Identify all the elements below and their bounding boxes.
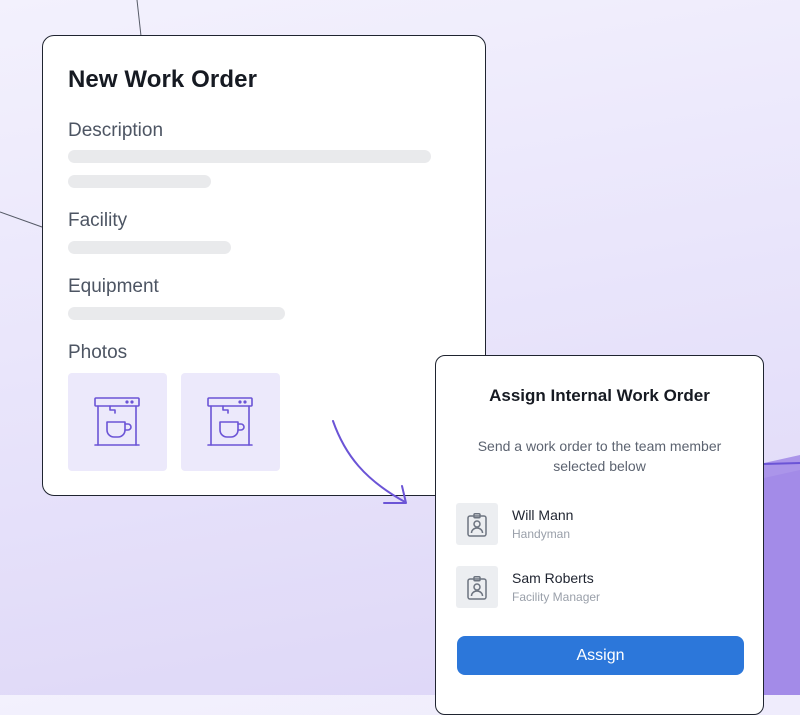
assign-button[interactable]: Assign xyxy=(457,636,744,675)
member-name: Will Mann xyxy=(512,507,574,523)
work-order-title: New Work Order xyxy=(68,66,258,93)
photo-thumbnail-2[interactable] xyxy=(181,373,280,471)
avatar xyxy=(456,566,498,608)
id-badge-icon xyxy=(467,513,487,537)
equipment-placeholder-line xyxy=(68,307,285,320)
avatar xyxy=(456,503,498,545)
equipment-label: Equipment xyxy=(68,276,159,297)
assign-modal-title: Assign Internal Work Order xyxy=(489,386,710,405)
photos-label: Photos xyxy=(68,342,128,363)
facility-label: Facility xyxy=(68,210,128,231)
coffee-machine-icon xyxy=(207,397,253,446)
photo-thumbnail-1[interactable] xyxy=(68,373,167,471)
description-placeholder-line-2 xyxy=(68,175,211,188)
team-member-sam-roberts[interactable]: Sam Roberts Facility Manager xyxy=(456,566,746,610)
facility-placeholder-line xyxy=(68,241,231,254)
member-role: Facility Manager xyxy=(512,590,601,604)
new-work-order-card: New Work Order Description Facility Equi… xyxy=(42,35,486,496)
member-name: Sam Roberts xyxy=(512,570,594,586)
team-member-will-mann[interactable]: Will Mann Handyman xyxy=(456,503,746,547)
description-placeholder-line-1 xyxy=(68,150,431,163)
coffee-machine-icon xyxy=(94,397,140,446)
description-label: Description xyxy=(68,120,164,141)
member-role: Handyman xyxy=(512,527,571,541)
assign-modal-description: Send a work order to the team member sel… xyxy=(477,438,722,474)
id-badge-icon xyxy=(467,576,487,600)
assign-work-order-modal: Assign Internal Work Order Send a work o… xyxy=(435,355,764,715)
